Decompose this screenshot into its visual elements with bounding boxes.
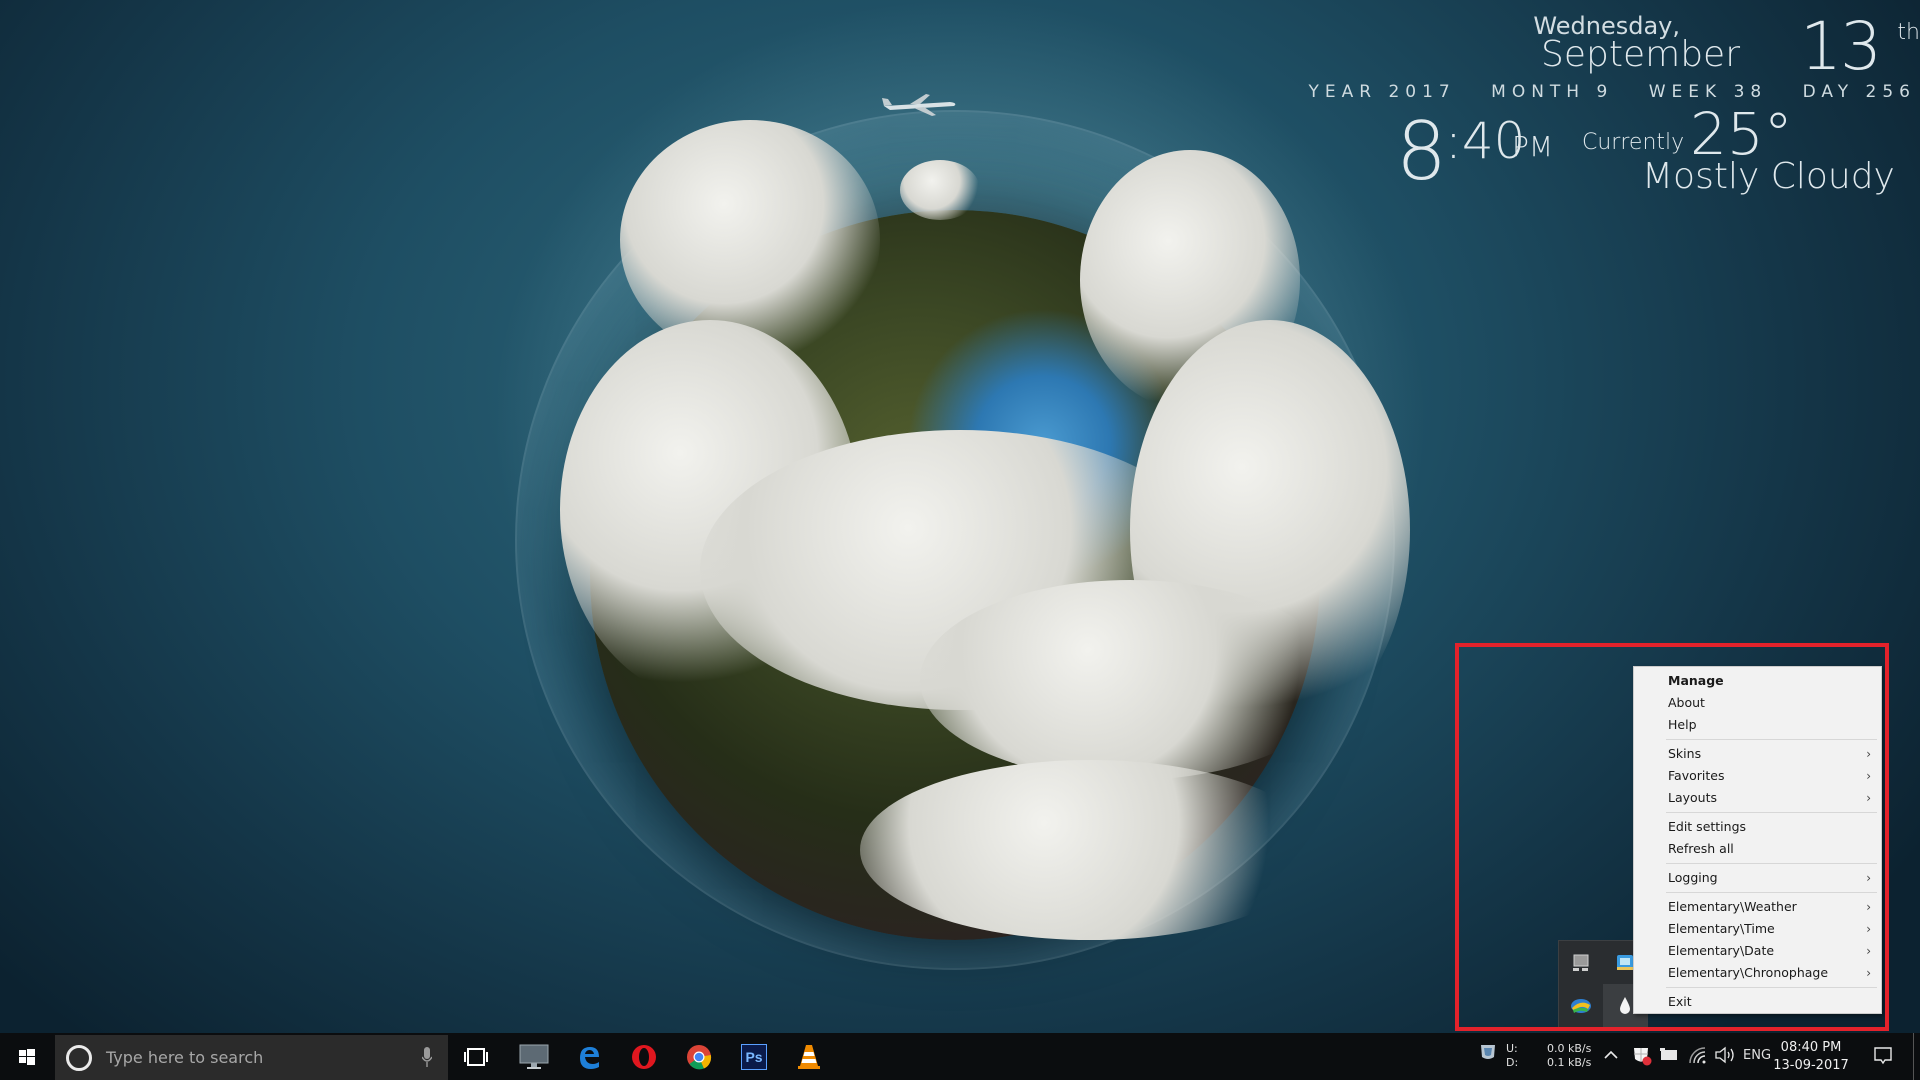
highlight-annotation-box [1455, 643, 1889, 1031]
windows-logo-icon [19, 1048, 35, 1065]
cloud [900, 160, 980, 220]
defender-shield-icon[interactable] [1632, 1045, 1652, 1067]
clock-time: 08:40 PM [1780, 1040, 1842, 1055]
chevron-up-icon[interactable] [1604, 1050, 1618, 1060]
edge-icon [580, 1046, 599, 1069]
widget-time-hour: 8 [1396, 105, 1447, 198]
opera-icon [632, 1044, 656, 1069]
airplane [882, 94, 956, 116]
taskbar-photoshop[interactable]: Ps [730, 1033, 778, 1080]
microphone-icon[interactable] [422, 1047, 432, 1067]
stat-day: DAY 256 [1802, 82, 1916, 102]
action-center-icon[interactable] [1873, 1046, 1893, 1066]
net-download-speed: 0.1 kB/s [1547, 1056, 1592, 1069]
net-upload-speed: 0.0 kB/s [1547, 1042, 1592, 1055]
widget-weather-condition: Mostly Cloudy [1642, 156, 1895, 197]
stat-month: MONTH 9 [1491, 82, 1614, 102]
taskbar-edge[interactable] [565, 1033, 613, 1080]
cloud [860, 760, 1320, 940]
system-tray: U: D: 0.0 kB/s 0.1 kB/s ENG [1470, 1033, 1920, 1080]
security-shield-icon[interactable] [1480, 1043, 1496, 1061]
cloud [920, 580, 1340, 780]
taskbar-chrome[interactable] [675, 1033, 723, 1080]
battery-icon[interactable] [1660, 1048, 1678, 1062]
photoshop-icon: Ps [741, 1043, 767, 1070]
vlc-icon [798, 1044, 820, 1069]
taskbar: Type here to search Ps U: D: 0.0 kB/s 0.… [0, 1033, 1920, 1080]
widget-day-suffix: th [1897, 20, 1920, 45]
stat-week: WEEK 38 [1648, 82, 1768, 102]
search-box[interactable]: Type here to search [55, 1035, 448, 1080]
clock-date: 13-09-2017 [1773, 1058, 1849, 1073]
taskbar-this-pc[interactable] [510, 1033, 558, 1080]
cloud [620, 120, 880, 360]
taskbar-clock[interactable]: 08:40 PM 13-09-2017 [1770, 1039, 1852, 1075]
volume-icon[interactable] [1714, 1046, 1736, 1064]
chrome-icon [687, 1044, 712, 1069]
widget-date-stats: YEAR 2017 MONTH 9 WEEK 38 DAY 256 [1285, 82, 1917, 102]
start-button[interactable] [0, 1033, 54, 1080]
widget-month: September [1541, 34, 1740, 75]
task-view-button[interactable] [452, 1033, 500, 1080]
widget-time-ampm: PM [1512, 130, 1554, 163]
taskbar-vlc[interactable] [785, 1033, 833, 1080]
widget-day-number: 13 [1800, 8, 1882, 85]
widget-weather-label: Currently [1582, 130, 1685, 155]
search-placeholder: Type here to search [106, 1048, 264, 1067]
net-upload-label: U: [1506, 1042, 1518, 1055]
monitor-icon [519, 1044, 549, 1069]
language-indicator[interactable]: ENG [1743, 1049, 1771, 1063]
show-desktop-button[interactable] [1913, 1033, 1914, 1080]
wifi-icon[interactable] [1688, 1046, 1708, 1064]
task-view-icon [464, 1047, 488, 1066]
taskbar-opera[interactable] [620, 1033, 668, 1080]
net-download-label: D: [1506, 1056, 1519, 1069]
stat-year: YEAR 2017 [1308, 82, 1456, 102]
cortana-icon [66, 1044, 92, 1071]
